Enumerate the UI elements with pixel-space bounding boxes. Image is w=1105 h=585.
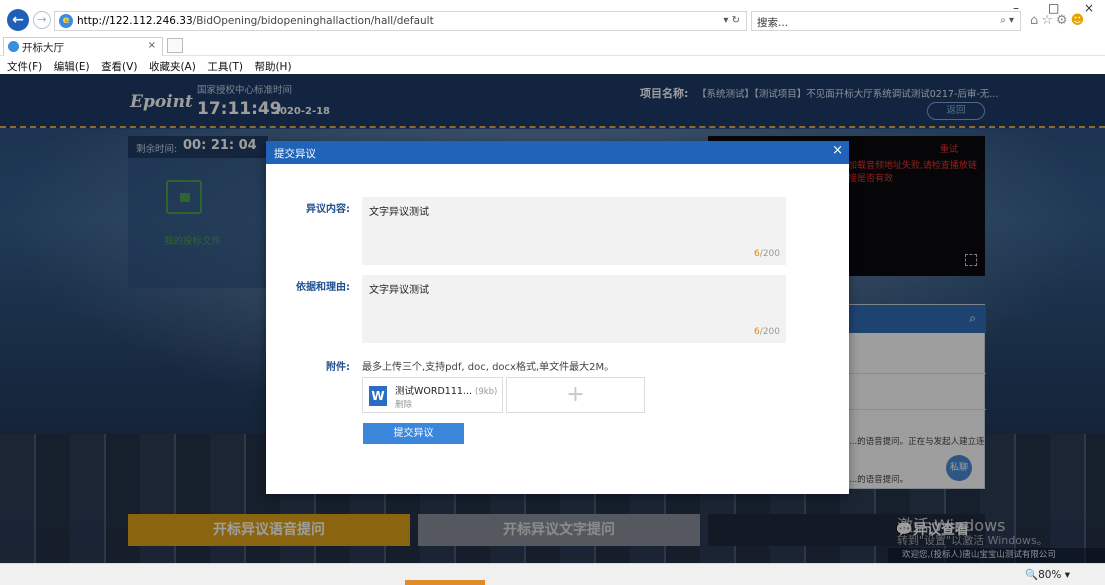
new-tab-button[interactable] xyxy=(167,38,183,53)
menu-bar: 文件(F) 编辑(E) 查看(V) 收藏夹(A) 工具(T) 帮助(H) xyxy=(0,56,1105,74)
attachment-file-card: W 测试WORD111... (9kb) 删除 xyxy=(362,377,503,413)
status-bar: 🔍80% ▾ xyxy=(0,563,1105,585)
file-size: (9kb) xyxy=(475,387,498,397)
taskbar-item[interactable] xyxy=(405,580,485,585)
submit-objection-button[interactable]: 提交异议 xyxy=(363,423,464,444)
attachment-hint: 最多上传三个,支持pdf, doc, docx格式,单文件最大2M。 xyxy=(362,362,615,373)
attachment-label: 附件: xyxy=(326,362,350,373)
menu-tools[interactable]: 工具(T) xyxy=(207,56,243,74)
address-url[interactable]: http://122.112.246.33/BidOpening/bidopen… xyxy=(77,15,434,27)
tab-bid-hall[interactable]: 开标大厅 × xyxy=(3,37,163,56)
close-icon[interactable]: × xyxy=(832,143,843,158)
back-arrow-icon[interactable]: ← xyxy=(7,9,29,31)
content-char-count: 6/200 xyxy=(754,249,780,259)
ie-favicon-icon: e xyxy=(59,14,73,28)
minimize-icon[interactable]: – xyxy=(1013,1,1019,15)
search-icon[interactable]: ⌕ ▾ xyxy=(1000,15,1014,26)
reason-value: 文字异议测试 xyxy=(369,285,429,296)
menu-file[interactable]: 文件(F) xyxy=(7,56,42,74)
tab-ie-icon xyxy=(8,41,19,52)
browser-titlebar: ← → e http://122.112.246.33/BidOpening/b… xyxy=(0,0,1105,36)
forward-arrow-icon[interactable]: → xyxy=(33,11,51,29)
settings-icon[interactable]: ⚙ xyxy=(1056,13,1071,28)
menu-help[interactable]: 帮助(H) xyxy=(254,56,291,74)
favorites-icon[interactable]: ☆ xyxy=(1041,13,1056,28)
toolbar-icons: ⌂☆⚙☻ xyxy=(1030,13,1087,28)
reason-char-count: 6/200 xyxy=(754,327,780,337)
menu-favorites[interactable]: 收藏夹(A) xyxy=(149,56,196,74)
menu-view[interactable]: 查看(V) xyxy=(101,56,137,74)
content-value: 文字异议测试 xyxy=(369,207,429,218)
add-attachment-button[interactable]: + xyxy=(506,377,645,413)
address-bar[interactable]: e http://122.112.246.33/BidOpening/bidop… xyxy=(54,11,747,31)
reason-textarea[interactable]: 文字异议测试 6/200 xyxy=(362,275,786,343)
zoom-level[interactable]: 🔍80% ▾ xyxy=(1025,568,1070,581)
search-placeholder: 搜索... xyxy=(757,17,789,29)
tab-bar: 开标大厅 × xyxy=(0,36,1105,56)
file-name: 测试WORD111... (9kb) xyxy=(395,386,498,397)
objection-content-textarea[interactable]: 文字异议测试 6/200 xyxy=(362,197,786,265)
feedback-smiley-icon[interactable]: ☻ xyxy=(1071,13,1088,28)
submit-objection-dialog: 提交异议 × 异议内容: 文字异议测试 6/200 依据和理由: 文字异议测试 … xyxy=(266,141,849,494)
tab-close-icon[interactable]: × xyxy=(148,40,156,51)
dialog-title: 提交异议 xyxy=(274,148,316,160)
reason-label: 依据和理由: xyxy=(296,282,350,293)
tab-title: 开标大厅 xyxy=(22,42,64,54)
content-label: 异议内容: xyxy=(306,204,350,215)
menu-edit[interactable]: 编辑(E) xyxy=(54,56,90,74)
home-icon[interactable]: ⌂ xyxy=(1030,13,1041,28)
dialog-header: 提交异议 × xyxy=(266,141,849,164)
refresh-icon[interactable]: ▾ ↻ xyxy=(723,15,740,26)
word-file-icon: W xyxy=(369,386,387,406)
browser-search-box[interactable]: 搜索... ⌕ ▾ xyxy=(751,11,1021,31)
delete-file-link[interactable]: 删除 xyxy=(395,398,412,410)
